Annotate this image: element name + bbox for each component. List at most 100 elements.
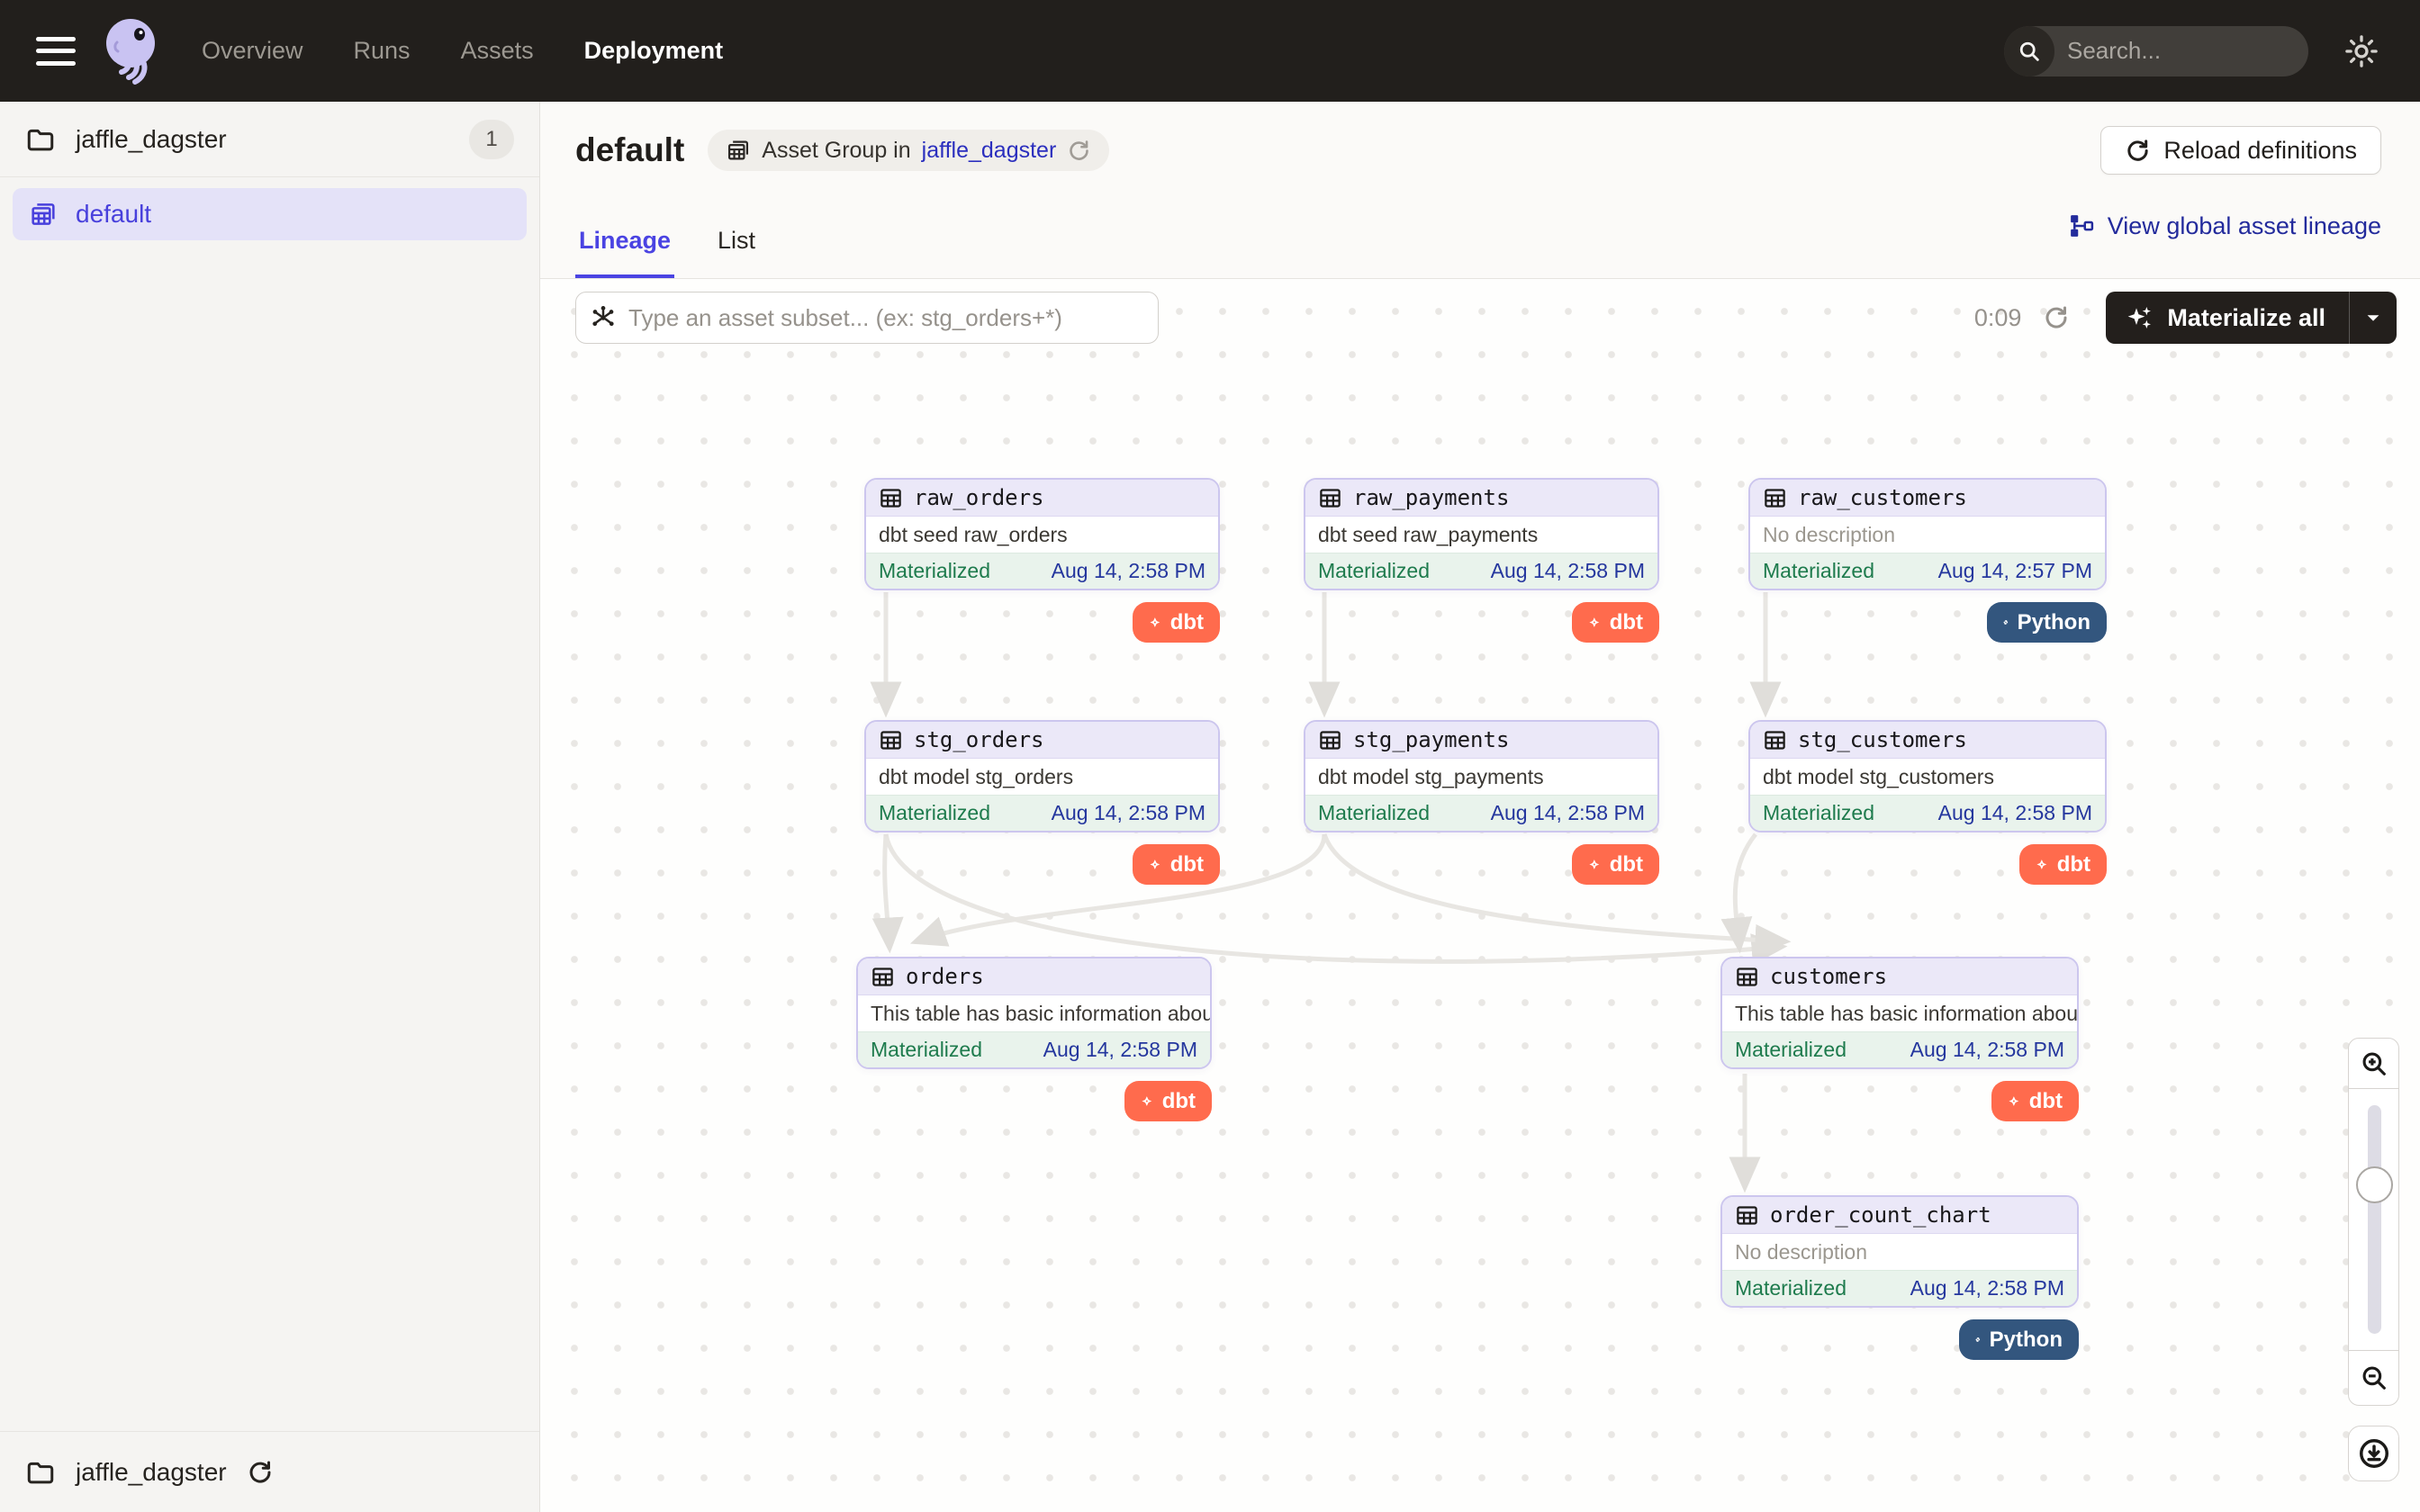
search-input[interactable]	[2054, 37, 2308, 65]
asset-node-stg_payments[interactable]: stg_payments dbt model stg_payments Mate…	[1304, 720, 1659, 832]
compute-kind-badge-orders: dbt	[1124, 1081, 1212, 1121]
asset-node-raw_customers[interactable]: raw_customers No description Materialize…	[1748, 478, 2107, 590]
compute-kind-badge-stg_customers: dbt	[2019, 844, 2107, 885]
asset-node-stg_orders[interactable]: stg_orders dbt model stg_orders Material…	[864, 720, 1220, 832]
tab-lineage[interactable]: Lineage	[575, 227, 674, 278]
lineage-graph-canvas[interactable]: 0:09 Materialize all	[540, 279, 2420, 1512]
nav-item-overview[interactable]: Overview	[202, 37, 303, 65]
asset-description: This table has basic information about .…	[1722, 995, 2077, 1031]
compute-kind-badge-stg_orders: dbt	[1133, 844, 1220, 885]
materialize-all-label: Materialize all	[2167, 304, 2325, 332]
materialize-options-caret[interactable]	[2350, 292, 2397, 344]
dbt-logo-icon	[1149, 852, 1161, 877]
asset-graph-icon	[590, 304, 617, 336]
view-global-asset-lineage-link[interactable]: View global asset lineage	[2068, 212, 2381, 249]
zoom-in-button[interactable]	[2348, 1038, 2399, 1089]
graph-refresh-icon[interactable]	[2043, 304, 2070, 331]
dbt-logo-icon	[1141, 1089, 1153, 1113]
python-logo-icon	[2003, 609, 2009, 635]
asset-timestamp: Aug 14, 2:58 PM	[1052, 801, 1205, 825]
zoom-slider-handle[interactable]	[2356, 1166, 2393, 1203]
reload-definitions-label: Reload definitions	[2163, 137, 2357, 165]
sparkle-icon	[2126, 303, 2154, 332]
page-header: default Asset Group in jaffle_dagster Re…	[540, 102, 2420, 183]
asset-timestamp: Aug 14, 2:58 PM	[1491, 801, 1645, 825]
zoom-controls	[2348, 1038, 2399, 1481]
asset-description: dbt model stg_payments	[1305, 759, 1657, 795]
download-icon	[2357, 1436, 2391, 1471]
dagster-logo-icon[interactable]	[99, 15, 166, 87]
reload-definitions-button[interactable]: Reload definitions	[2100, 126, 2381, 175]
compute-kind-badge-stg_payments: dbt	[1572, 844, 1659, 885]
repo-count-badge: 1	[469, 120, 514, 159]
asset-timestamp: Aug 14, 2:57 PM	[1938, 559, 2092, 583]
breadcrumb-repo-link[interactable]: jaffle_dagster	[922, 138, 1057, 164]
dbt-logo-icon	[1588, 610, 1601, 634]
settings-gear-icon[interactable]	[2343, 32, 2380, 70]
nav-item-deployment[interactable]: Deployment	[584, 37, 724, 65]
asset-status: Materialized	[879, 559, 990, 583]
tab-list[interactable]: List	[714, 227, 759, 278]
asset-subset-input[interactable]	[575, 292, 1159, 344]
compute-kind-badge-raw_payments: dbt	[1572, 602, 1659, 643]
menu-icon[interactable]	[36, 37, 76, 66]
asset-node-raw_orders[interactable]: raw_orders dbt seed raw_orders Materiali…	[864, 478, 1220, 590]
dbt-logo-icon	[2008, 1089, 2020, 1113]
asset-timestamp: Aug 14, 2:58 PM	[1910, 1276, 2064, 1300]
search-box[interactable]: /	[2004, 26, 2308, 76]
asset-status: Materialized	[1735, 1038, 1847, 1062]
zoom-in-icon	[2359, 1048, 2389, 1079]
asset-node-stg_customers[interactable]: stg_customers dbt model stg_customers Ma…	[1748, 720, 2107, 832]
asset-group-icon	[726, 138, 751, 163]
asset-description: No description	[1750, 517, 2105, 553]
asset-timestamp: Aug 14, 2:58 PM	[1043, 1038, 1197, 1062]
nav-item-runs[interactable]: Runs	[354, 37, 411, 65]
sidebar-item-default-group[interactable]: default	[13, 188, 527, 240]
asset-description: This table has basic information about .…	[858, 995, 1210, 1031]
asset-description: dbt seed raw_orders	[866, 517, 1218, 553]
graph-toolbar: 0:09 Materialize all	[575, 292, 2397, 344]
asset-description: dbt model stg_orders	[866, 759, 1218, 795]
asset-status: Materialized	[1763, 559, 1874, 583]
sidebar-footer: jaffle_dagster	[0, 1431, 539, 1512]
asset-timestamp: Aug 14, 2:58 PM	[1910, 1038, 2064, 1062]
asset-timestamp: Aug 14, 2:58 PM	[1052, 559, 1205, 583]
asset-description: dbt seed raw_payments	[1305, 517, 1657, 553]
asset-name: raw_orders	[914, 485, 1044, 510]
asset-name: raw_payments	[1353, 485, 1509, 510]
dbt-logo-icon	[1149, 610, 1161, 634]
table-icon	[1318, 486, 1342, 510]
asset-status: Materialized	[1318, 801, 1430, 825]
footer-repo-label: jaffle_dagster	[76, 1458, 227, 1487]
table-icon	[1763, 486, 1787, 510]
zoom-out-button[interactable]	[2348, 1350, 2399, 1406]
table-icon	[1735, 965, 1759, 989]
asset-node-customers[interactable]: customers This table has basic informati…	[1720, 957, 2079, 1069]
breadcrumb-prefix: Asset Group in	[762, 138, 910, 164]
refresh-repo-icon[interactable]	[247, 1459, 274, 1486]
asset-node-order_count_chart[interactable]: order_count_chart No description Materia…	[1720, 1195, 2079, 1308]
refresh-icon	[2125, 138, 2151, 164]
repo-name-label: jaffle_dagster	[76, 125, 227, 154]
asset-status: Materialized	[1763, 801, 1874, 825]
breadcrumb: Asset Group in jaffle_dagster	[708, 130, 1109, 171]
python-logo-icon	[1975, 1327, 1981, 1353]
asset-group-icon	[29, 200, 58, 229]
search-icon	[2004, 26, 2054, 76]
compute-kind-badge-raw_orders: dbt	[1133, 602, 1220, 643]
asset-node-raw_payments[interactable]: raw_payments dbt seed raw_payments Mater…	[1304, 478, 1659, 590]
lineage-icon	[2068, 212, 2095, 239]
asset-status: Materialized	[879, 801, 990, 825]
nav-item-assets[interactable]: Assets	[461, 37, 534, 65]
zoom-slider-track[interactable]	[2368, 1105, 2381, 1334]
breadcrumb-refresh-icon[interactable]	[1067, 139, 1091, 163]
top-nav: Overview Runs Assets Deployment /	[0, 0, 2420, 102]
compute-kind-badge-customers: dbt	[1991, 1081, 2079, 1121]
asset-node-orders[interactable]: orders This table has basic information …	[856, 957, 1212, 1069]
zoom-out-icon	[2359, 1363, 2389, 1393]
download-graph-button[interactable]	[2348, 1426, 2399, 1481]
materialize-all-button[interactable]: Materialize all	[2106, 292, 2397, 344]
sidebar-repo-jaffle-dagster[interactable]: jaffle_dagster 1	[0, 102, 539, 177]
folder-icon	[25, 124, 56, 155]
asset-status: Materialized	[1735, 1276, 1847, 1300]
